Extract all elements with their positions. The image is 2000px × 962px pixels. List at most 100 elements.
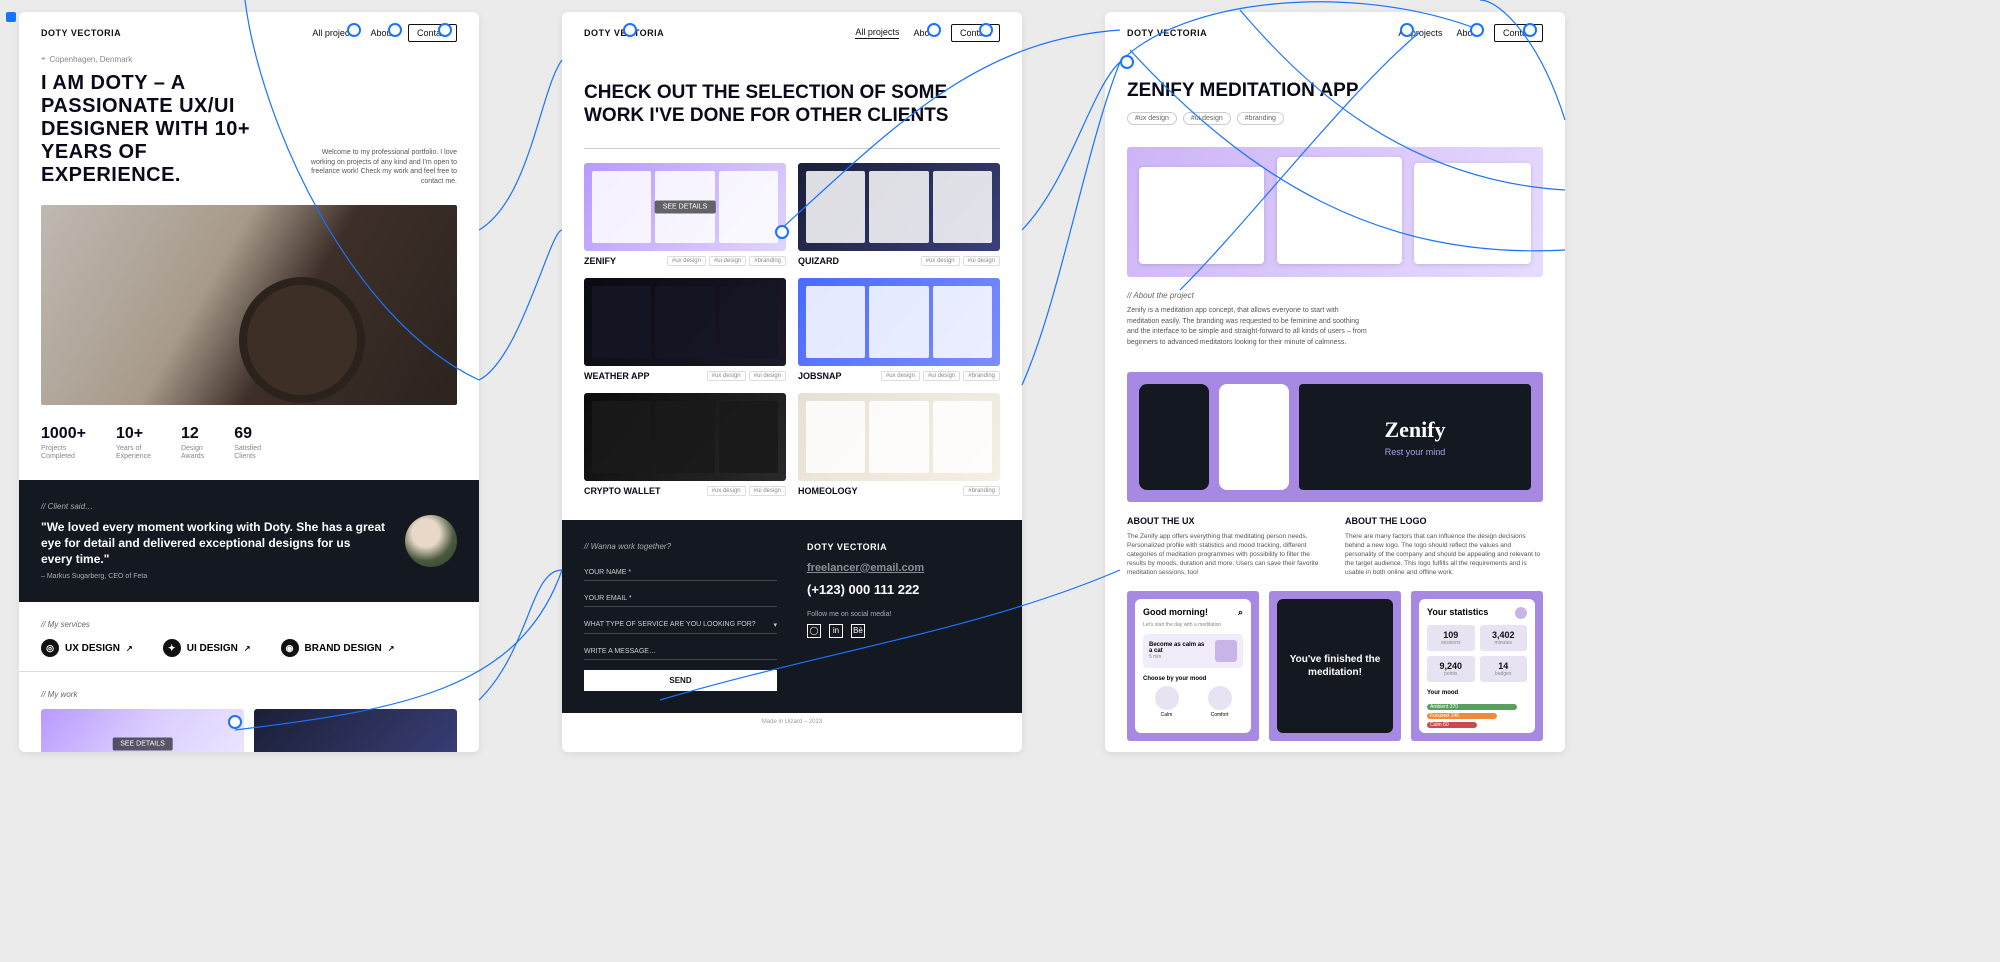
- testimonial-label: // Client said…: [41, 502, 385, 511]
- selection-handle[interactable]: [6, 12, 16, 22]
- ux-icon: ◎: [41, 639, 59, 657]
- send-button[interactable]: SEND: [584, 670, 777, 691]
- about-ux-text: The Zenify app offers everything that me…: [1127, 532, 1325, 577]
- flow-node[interactable]: [1523, 23, 1537, 37]
- service-ui[interactable]: ✦UI DESIGN↗: [163, 639, 251, 657]
- tag: #ui design: [923, 371, 960, 381]
- flow-node[interactable]: [1470, 23, 1484, 37]
- mood-bar: Calm 60: [1427, 722, 1477, 728]
- about-text: Zenify is a meditation app concept, that…: [1127, 306, 1367, 348]
- project-title: HOMEOLOGY: [798, 486, 858, 496]
- brand-icon: ◉: [281, 639, 299, 657]
- tag: #ux design: [667, 256, 706, 266]
- testimonial-quote: "We loved every moment working with Doty…: [41, 519, 385, 568]
- behance-icon[interactable]: Bē: [851, 624, 865, 638]
- divider: [584, 148, 1000, 149]
- project-title: ZENIFY MEDITATION APP: [1127, 80, 1543, 102]
- tag: #ui design: [709, 256, 746, 266]
- brand: DOTY VECTORIA: [1127, 28, 1207, 38]
- ui-card-finished: You've finished the meditation!: [1269, 591, 1401, 741]
- project-card[interactable]: QUIZARD#ux design#ui design: [798, 163, 1000, 266]
- flow-node[interactable]: [438, 23, 452, 37]
- see-details-button[interactable]: SEE DETAILS: [655, 200, 716, 213]
- flow-node[interactable]: [927, 23, 941, 37]
- nav-all-projects[interactable]: All projects: [855, 27, 899, 39]
- mood-bar: Focused 140: [1427, 713, 1497, 719]
- flow-node[interactable]: [979, 23, 993, 37]
- ui-card-morning: Good morning!⌕ Let's start the day with …: [1127, 591, 1259, 741]
- logo-panel: Zenify Rest your mind: [1299, 384, 1531, 490]
- pin-icon: ⌖: [41, 54, 46, 64]
- mood-bar: Ambient 370: [1427, 704, 1517, 710]
- service-select[interactable]: WHAT TYPE OF SERVICE ARE YOU LOOKING FOR…: [584, 617, 777, 634]
- work-card-quizard[interactable]: [254, 709, 457, 752]
- finished-text: You've finished the meditation!: [1285, 653, 1385, 679]
- calm-icon[interactable]: [1155, 686, 1179, 710]
- flow-node[interactable]: [228, 715, 242, 729]
- project-card[interactable]: SEE DETAILS ZENIFY #ux design#ui design#br…: [584, 163, 786, 266]
- artboard-home[interactable]: DOTY VECTORIA All projects About Contact…: [19, 12, 479, 752]
- tag: #branding: [963, 371, 1000, 381]
- chip: #ux design: [1127, 112, 1177, 125]
- tag: #branding: [749, 256, 786, 266]
- message-field[interactable]: WRITE A MESSAGE…: [584, 644, 777, 660]
- flow-node[interactable]: [1400, 23, 1414, 37]
- arrow-icon: ↗: [244, 644, 251, 653]
- project-thumb[interactable]: [798, 278, 1000, 366]
- stat-value: 10+: [116, 425, 151, 443]
- work-card-zenify[interactable]: SEE DETAILS: [41, 709, 244, 752]
- phone-mock-light: [1219, 384, 1289, 490]
- flow-node[interactable]: [388, 23, 402, 37]
- flow-node[interactable]: [775, 225, 789, 239]
- about-label: // About the project: [1127, 291, 1543, 300]
- footer-follow: Follow me on social media!: [807, 611, 1000, 618]
- project-thumb[interactable]: [798, 393, 1000, 481]
- flow-node[interactable]: [347, 23, 361, 37]
- project-thumb[interactable]: [584, 393, 786, 481]
- stat-value: 1000+: [41, 425, 86, 443]
- email-field[interactable]: YOUR EMAIL *: [584, 591, 777, 607]
- hero-image: [1127, 147, 1543, 277]
- footer-email[interactable]: freelancer@email.com: [807, 562, 1000, 574]
- phone-mock-dark: [1139, 384, 1209, 490]
- project-title: ZENIFY: [584, 256, 616, 266]
- project-thumb[interactable]: SEE DETAILS: [584, 163, 786, 251]
- project-card[interactable]: WEATHER APP#ux design#ui design: [584, 278, 786, 381]
- footer-name: DOTY VECTORIA: [807, 542, 1000, 552]
- made-in: Made in Uizard – 2023: [562, 713, 1022, 731]
- search-icon[interactable]: ⌕: [1238, 607, 1243, 618]
- flow-node[interactable]: [1120, 55, 1134, 69]
- ui-card-stats: Your statistics 109sessions 3,402minutes…: [1411, 591, 1543, 741]
- card-heading: Good morning!: [1143, 607, 1208, 618]
- services-label: // My services: [41, 620, 457, 629]
- comfort-icon[interactable]: [1208, 686, 1232, 710]
- chevron-down-icon: ▾: [773, 621, 777, 629]
- name-field[interactable]: YOUR NAME *: [584, 565, 777, 581]
- see-details-button[interactable]: SEE DETAILS: [112, 738, 173, 751]
- project-title: CRYPTO WALLET: [584, 486, 661, 496]
- service-ux[interactable]: ◎UX DESIGN↗: [41, 639, 133, 657]
- service-brand[interactable]: ◉BRAND DESIGN↗: [281, 639, 395, 657]
- linkedin-icon[interactable]: in: [829, 624, 843, 638]
- tag: #ux design: [881, 371, 920, 381]
- footer-label: // Wanna work together?: [584, 542, 777, 551]
- arrow-icon: ↗: [388, 644, 395, 653]
- avatar: [405, 515, 457, 567]
- about-logo-heading: ABOUT THE LOGO: [1345, 516, 1543, 526]
- artboard-project-detail[interactable]: DOTY VECTORIA All projects About Contact…: [1105, 12, 1565, 752]
- chip: #ui design: [1183, 112, 1231, 125]
- tag: #ui design: [963, 256, 1000, 266]
- instagram-icon[interactable]: ◯: [807, 624, 821, 638]
- project-thumb[interactable]: [584, 278, 786, 366]
- project-card[interactable]: HOMEOLOGY#branding: [798, 393, 1000, 496]
- tag: #ui design: [749, 371, 786, 381]
- project-card[interactable]: JOBSNAP#ux design#ui design#branding: [798, 278, 1000, 381]
- project-card[interactable]: CRYPTO WALLET#ux design#ui design: [584, 393, 786, 496]
- project-thumb[interactable]: [798, 163, 1000, 251]
- tag: #ui design: [749, 486, 786, 496]
- nav-contact[interactable]: Contact: [951, 24, 1000, 42]
- testimonial-block: // Client said… "We loved every moment w…: [19, 480, 479, 603]
- testimonial-author: – Markus Sugarberg, CEO of Feta: [41, 573, 385, 580]
- artboard-projects[interactable]: DOTY VECTORIA All projects About Contact…: [562, 12, 1022, 752]
- flow-node[interactable]: [623, 23, 637, 37]
